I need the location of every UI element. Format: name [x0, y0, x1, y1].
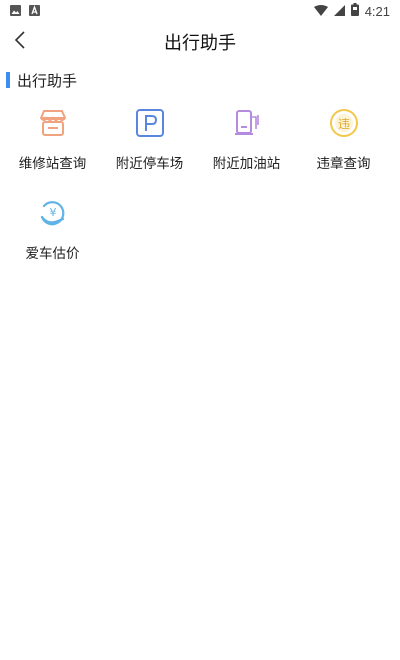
- grid-item-label: 违章查询: [316, 156, 371, 172]
- section-accent-bar: [6, 72, 10, 88]
- grid-item-parking[interactable]: 附近停车场: [101, 106, 198, 186]
- gas-station-icon: [230, 106, 264, 140]
- grid-item-label: 爱车估价: [25, 246, 80, 262]
- image-notification-icon: [10, 4, 21, 19]
- status-bar: 4:21: [0, 0, 400, 22]
- grid-item-label: 维修站查询: [18, 156, 87, 172]
- app-notification-icon: [29, 4, 40, 19]
- signal-icon: [333, 4, 345, 19]
- nav-bar: 出行助手: [0, 22, 400, 62]
- grid-item-car-valuation[interactable]: ¥ 爱车估价: [4, 196, 101, 276]
- grid-item-repair-station[interactable]: 维修站查询: [4, 106, 101, 186]
- car-valuation-icon: ¥: [36, 196, 70, 230]
- parking-icon: [133, 106, 167, 140]
- grid-item-violation[interactable]: 违 违章查询: [295, 106, 392, 186]
- section-title: 出行助手: [17, 71, 78, 90]
- svg-text:违: 违: [337, 117, 349, 131]
- section-header: 出行助手: [0, 68, 400, 92]
- svg-text:¥: ¥: [49, 206, 56, 219]
- status-time: 4:21: [364, 3, 390, 19]
- grid-item-label: 附近加油站: [212, 156, 281, 172]
- grid-item-gas-station[interactable]: 附近加油站: [198, 106, 295, 186]
- service-grid: 维修站查询 附近停车场 附近加油站 违 违章查询 ¥ 爱车估价: [4, 106, 400, 276]
- wifi-icon: [313, 4, 328, 19]
- shop-icon: [36, 106, 70, 140]
- battery-icon: [350, 3, 359, 19]
- violation-icon: 违: [327, 106, 361, 140]
- grid-item-label: 附近停车场: [115, 156, 184, 172]
- page-title: 出行助手: [164, 33, 236, 54]
